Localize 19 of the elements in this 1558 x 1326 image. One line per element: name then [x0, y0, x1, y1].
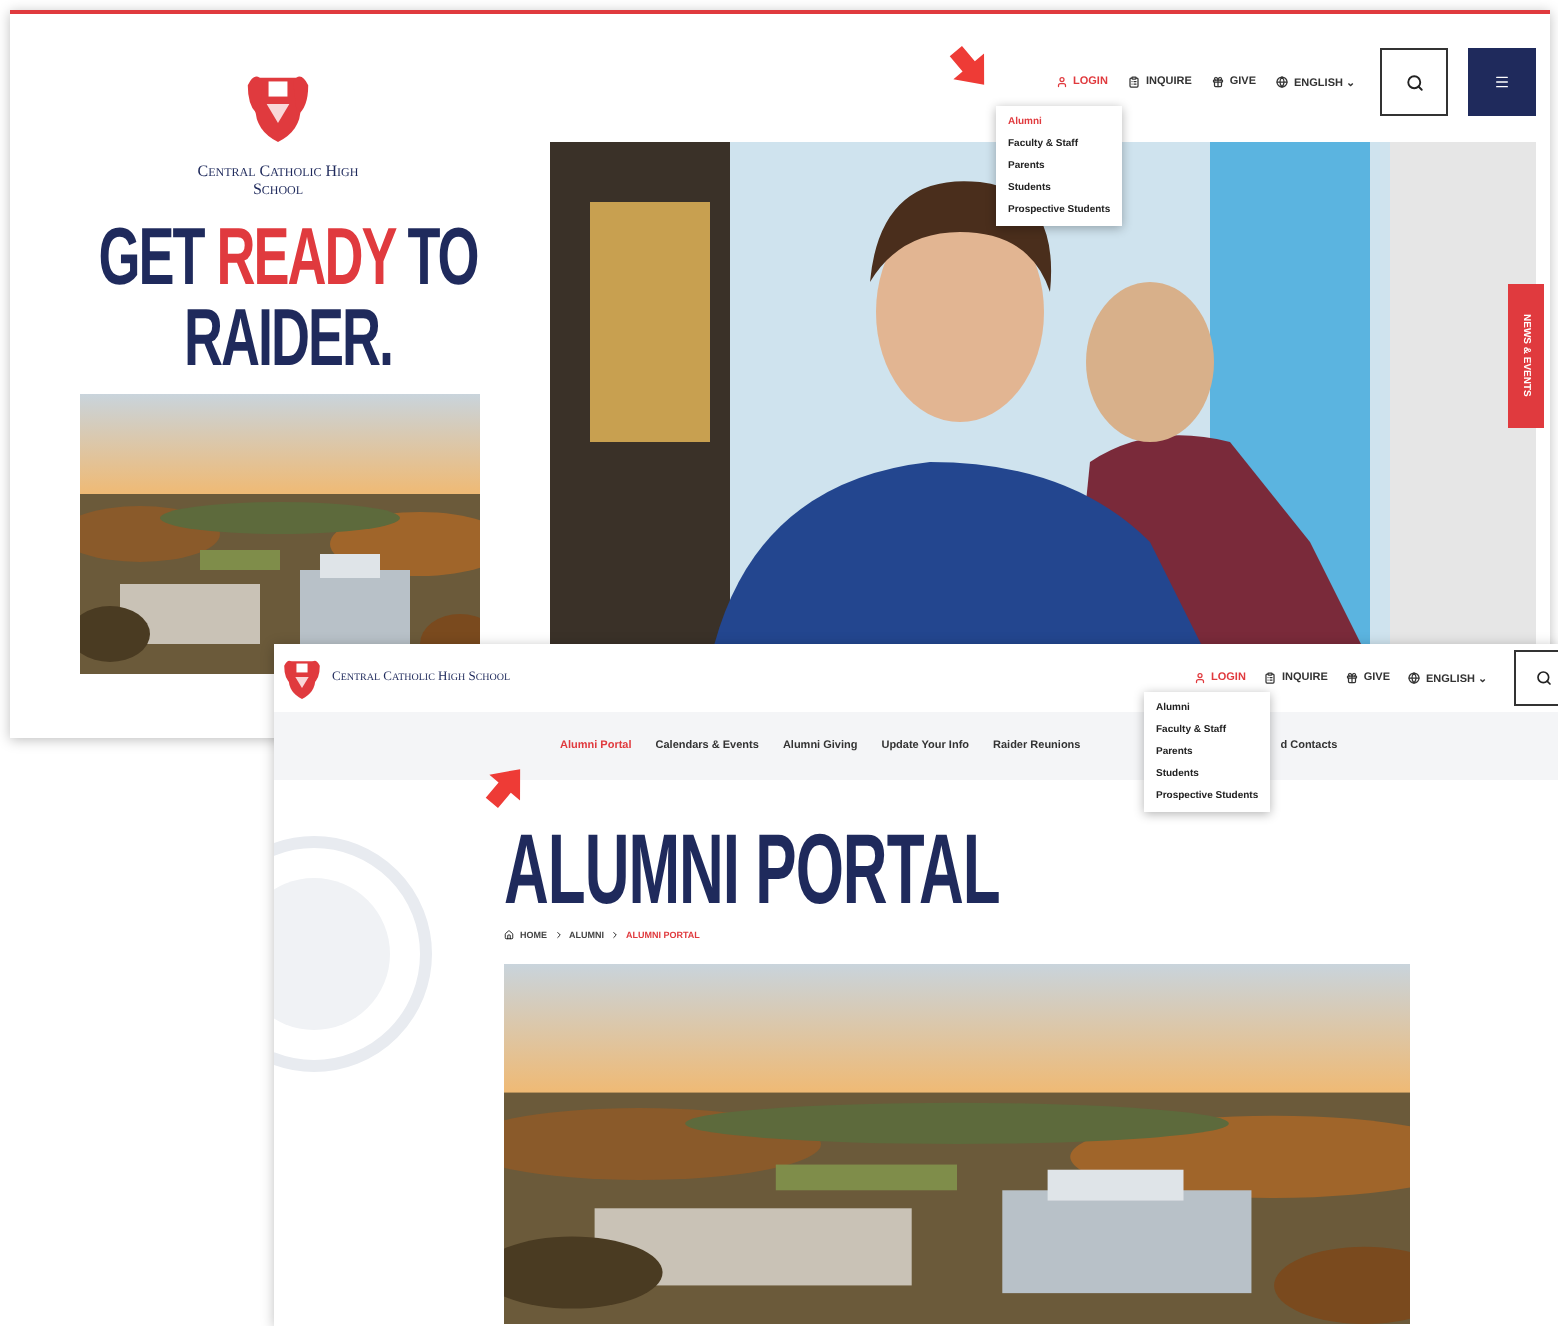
gift-icon	[1211, 76, 1224, 88]
globe-icon	[1276, 76, 1289, 88]
search-icon	[1536, 670, 1552, 686]
globe-icon	[1408, 672, 1421, 684]
page-title: ALUMNI PORTAL	[504, 820, 1000, 920]
chevron-icon	[610, 930, 620, 940]
home-icon	[504, 930, 514, 940]
search-button[interactable]	[1514, 650, 1558, 706]
gift-icon	[1345, 672, 1358, 684]
clipboard-icon	[1127, 76, 1140, 88]
person-icon	[1055, 76, 1068, 88]
search-icon	[1405, 73, 1423, 91]
search-button[interactable]	[1380, 48, 1448, 116]
headline: GET READY TO RAIDER.	[96, 218, 480, 381]
school-name: Central Catholic High School	[195, 162, 361, 199]
person-icon	[1193, 672, 1206, 684]
chevron-icon	[553, 930, 563, 940]
clipboard-icon	[1263, 672, 1276, 684]
menu-icon	[1494, 74, 1510, 90]
